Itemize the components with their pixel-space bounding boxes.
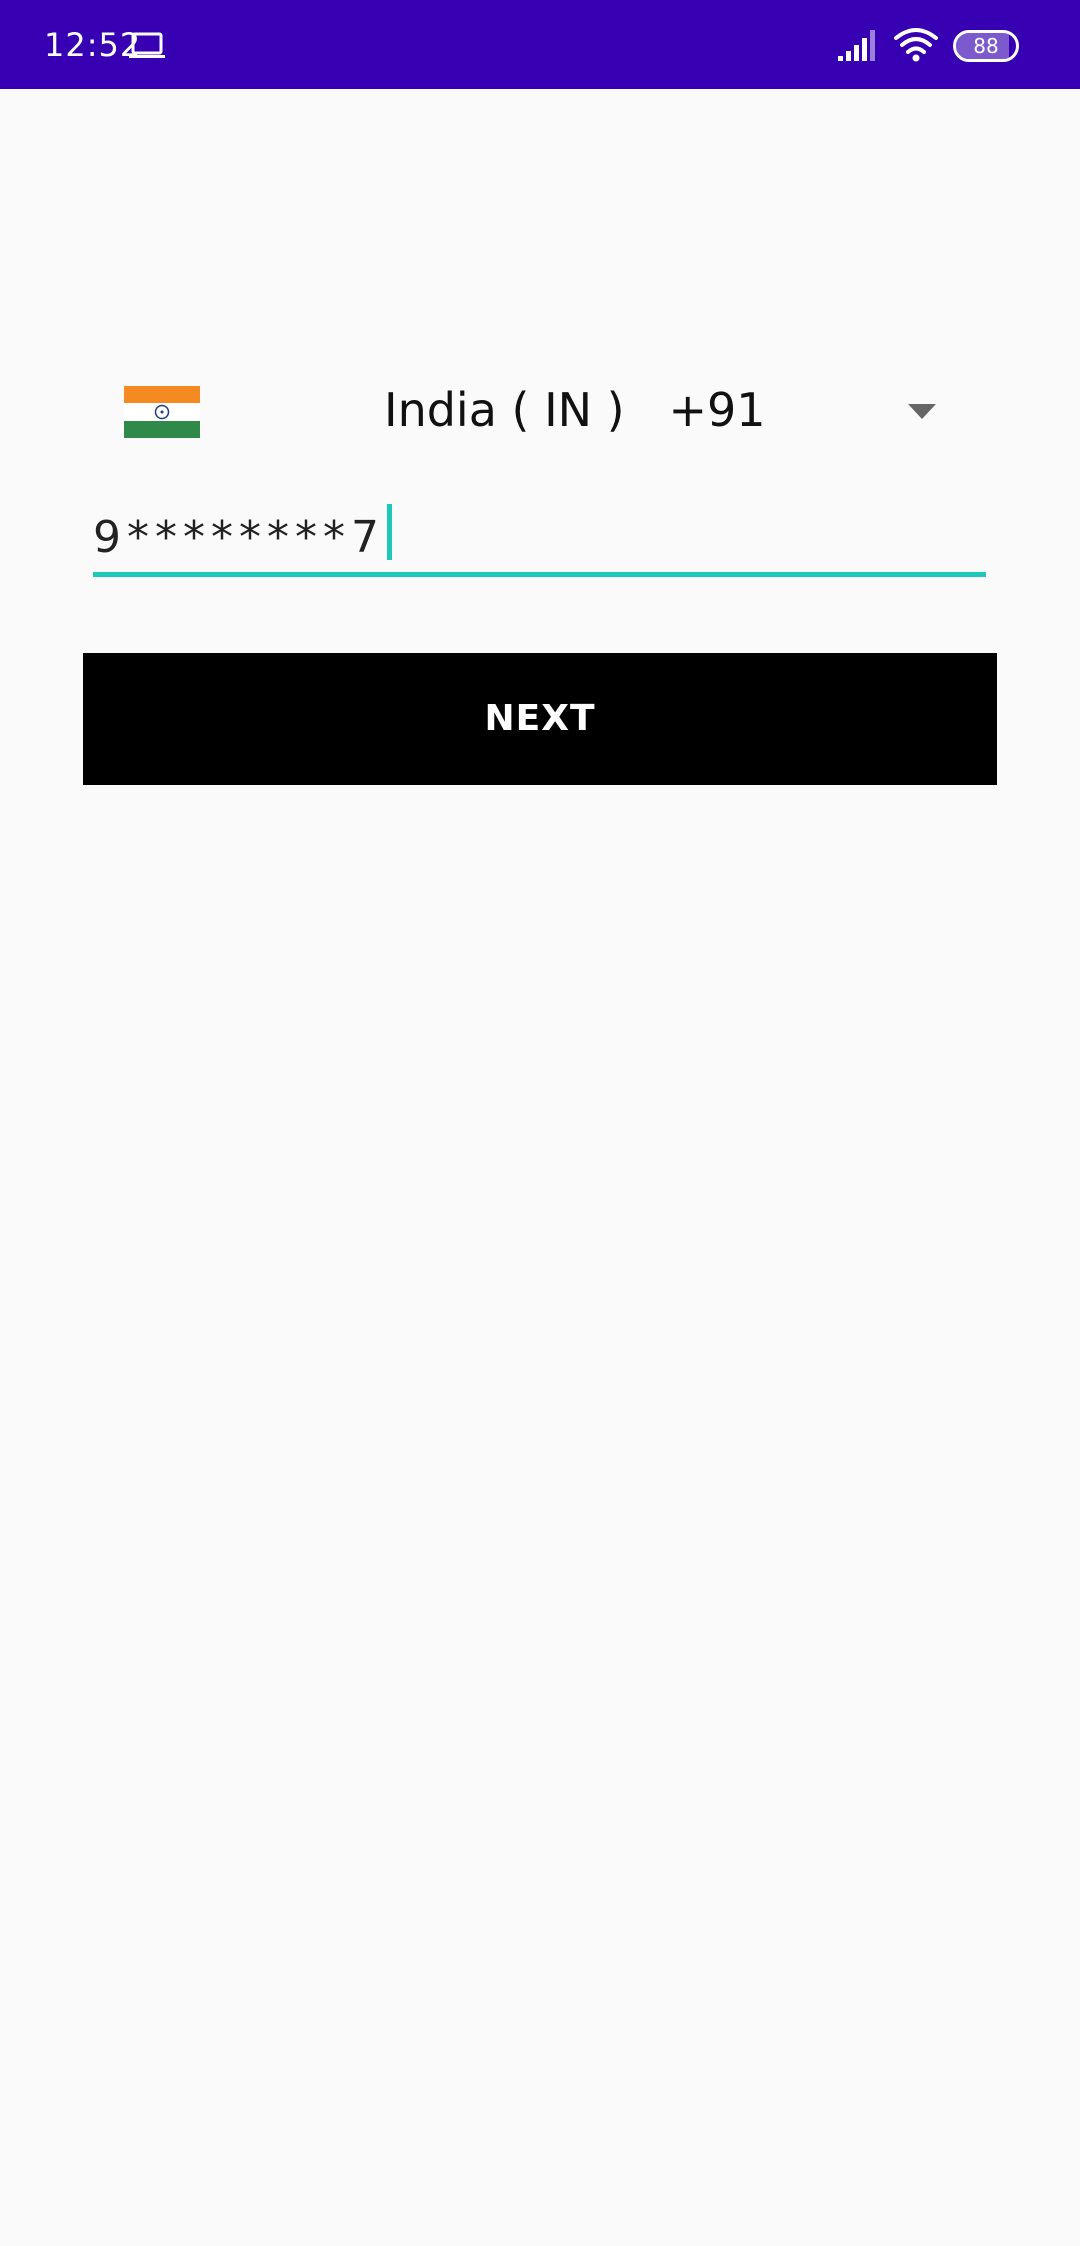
country-code-selector[interactable]: India ( IN ) +91 <box>84 350 996 470</box>
battery-level: 88 <box>973 34 999 58</box>
phone-number-field[interactable]: 9********7 <box>93 500 986 580</box>
phone-number-value: 9********7 <box>93 512 385 563</box>
wifi-icon <box>894 28 938 62</box>
text-cursor <box>387 504 392 560</box>
laptop-icon <box>129 32 165 58</box>
next-button[interactable]: NEXT <box>83 653 997 785</box>
phone-input-underline <box>93 572 986 577</box>
dropdown-arrow-icon[interactable] <box>908 404 936 419</box>
country-label: India ( IN ) +91 <box>384 383 766 437</box>
india-flag-icon <box>124 386 200 438</box>
status-bar: 12:52 88 <box>0 0 1080 89</box>
signal-icon <box>838 30 875 61</box>
phone-login-screen: 12:52 88 India (IN) +91 9********7 NEX… <box>0 0 1080 2246</box>
battery-icon: 88 <box>953 30 1019 62</box>
phone-number-input[interactable]: 9********7 <box>93 500 392 576</box>
status-time: 12:52 <box>44 26 142 64</box>
